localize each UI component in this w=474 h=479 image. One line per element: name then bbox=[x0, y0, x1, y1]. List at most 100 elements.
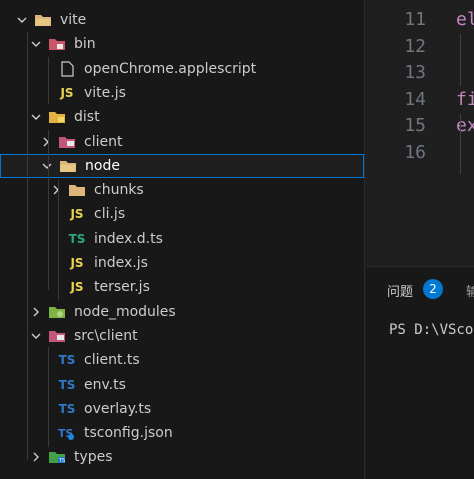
item-label: src\client bbox=[74, 327, 138, 344]
chevron-down-icon[interactable] bbox=[14, 12, 30, 28]
line-number: 13 bbox=[404, 62, 426, 84]
chevron-down-icon[interactable] bbox=[28, 109, 44, 125]
line-number: 12 bbox=[404, 35, 426, 57]
file-item[interactable]: JS terser.js bbox=[0, 275, 364, 299]
folder-item[interactable]: chunks bbox=[0, 178, 364, 202]
item-label: env.ts bbox=[84, 376, 126, 393]
chevron-right-icon[interactable] bbox=[48, 182, 64, 198]
chevron-right-icon[interactable] bbox=[28, 304, 44, 320]
item-label: index.d.ts bbox=[94, 230, 163, 247]
file-item[interactable]: TS tsconfig.json bbox=[0, 421, 364, 445]
indent-guide bbox=[48, 347, 49, 447]
folder-types-icon: TS bbox=[48, 449, 66, 465]
folder-item[interactable]: client bbox=[0, 130, 364, 154]
js-file-icon: JS bbox=[60, 85, 74, 100]
indent-guide bbox=[48, 57, 49, 104]
file-item[interactable]: TS index.d.ts bbox=[0, 227, 364, 251]
item-label: vite bbox=[60, 12, 87, 28]
item-label: tsconfig.json bbox=[84, 425, 173, 442]
folder-item[interactable]: dist bbox=[0, 105, 364, 129]
js-file-icon: JS bbox=[70, 280, 84, 295]
code-editor[interactable]: 11 12 13 14 15 16 el fi ex bbox=[366, 0, 474, 266]
chevron-down-icon[interactable] bbox=[28, 328, 44, 344]
file-explorer: vite bin openChrome.applescript JS vite.js di… bbox=[0, 0, 365, 479]
folder-item[interactable]: bin bbox=[0, 32, 364, 56]
line-number: 14 bbox=[404, 88, 426, 110]
folder-item[interactable]: node bbox=[0, 153, 364, 178]
item-label: dist bbox=[74, 109, 100, 126]
ts-file-icon: TS bbox=[58, 353, 76, 368]
js-file-icon: JS bbox=[70, 207, 84, 222]
bottom-panel: 问题 2 输 PS D:\VScod bbox=[366, 266, 474, 479]
code-indent-guide bbox=[460, 114, 461, 174]
item-label: index.js bbox=[94, 255, 148, 271]
item-label: chunks bbox=[94, 182, 144, 199]
file-item[interactable]: TS client.ts bbox=[0, 348, 364, 372]
item-label: client bbox=[84, 133, 123, 150]
code-line[interactable]: ex bbox=[456, 115, 474, 136]
svg-text:TS: TS bbox=[58, 458, 65, 464]
folder-node-icon bbox=[59, 158, 77, 174]
item-label: overlay.ts bbox=[84, 400, 152, 417]
file-item[interactable]: TS env.ts bbox=[0, 373, 364, 397]
item-label: openChrome.applescript bbox=[84, 60, 257, 77]
chevron-right-icon[interactable] bbox=[28, 449, 44, 465]
folder-bin-icon bbox=[48, 36, 66, 52]
chevron-right-icon[interactable] bbox=[38, 134, 54, 150]
chevron-down-icon[interactable] bbox=[28, 36, 44, 52]
line-number: 16 bbox=[404, 142, 426, 163]
code-line[interactable]: fi bbox=[456, 89, 474, 110]
folder-icon bbox=[68, 182, 86, 198]
item-label: vite.js bbox=[84, 84, 126, 101]
indent-guide bbox=[27, 32, 28, 460]
folder-item[interactable]: vite bbox=[0, 8, 364, 32]
folder-item[interactable]: TS types bbox=[0, 445, 364, 469]
item-label: bin bbox=[74, 36, 96, 53]
tab-output[interactable]: 输 bbox=[466, 281, 474, 300]
folder-src-icon bbox=[48, 328, 66, 344]
line-number: 11 bbox=[404, 9, 426, 30]
file-item[interactable]: JS index.js bbox=[0, 251, 364, 275]
terminal-prompt[interactable]: PS D:\VScod bbox=[389, 322, 474, 338]
folder-item[interactable]: src\client bbox=[0, 324, 364, 348]
ts-file-icon: TS bbox=[58, 377, 76, 392]
item-label: client.ts bbox=[84, 352, 140, 369]
js-file-icon: JS bbox=[70, 256, 84, 270]
item-label: cli.js bbox=[94, 206, 126, 223]
file-item[interactable]: JS cli.js bbox=[0, 202, 364, 226]
tab-problems[interactable]: 问题 bbox=[387, 281, 413, 300]
item-label: node_modules bbox=[74, 303, 176, 320]
folder-open-icon bbox=[34, 12, 52, 28]
file-item[interactable]: JS vite.js bbox=[0, 81, 364, 105]
item-label: types bbox=[74, 449, 113, 466]
code-indent-guide bbox=[460, 34, 461, 86]
tsconfig-icon: TS bbox=[58, 425, 76, 441]
line-number: 15 bbox=[404, 115, 426, 137]
folder-item[interactable]: node_modules bbox=[0, 300, 364, 324]
problems-count-badge: 2 bbox=[423, 279, 443, 299]
ts-file-icon: TS bbox=[58, 401, 76, 416]
file-item[interactable]: TS overlay.ts bbox=[0, 397, 364, 421]
indent-guide bbox=[48, 130, 49, 290]
folder-client-icon bbox=[58, 134, 76, 150]
file-item[interactable]: openChrome.applescript bbox=[0, 57, 364, 81]
folder-node-modules-icon bbox=[48, 304, 66, 320]
code-line[interactable]: el bbox=[456, 9, 474, 30]
item-label: terser.js bbox=[94, 279, 150, 296]
item-label: node bbox=[85, 157, 120, 174]
chevron-down-icon[interactable] bbox=[39, 158, 55, 174]
file-icon bbox=[58, 60, 76, 77]
folder-dist-icon bbox=[48, 109, 66, 125]
ts-definition-icon: TS bbox=[68, 231, 86, 246]
indent-guide bbox=[58, 180, 59, 300]
